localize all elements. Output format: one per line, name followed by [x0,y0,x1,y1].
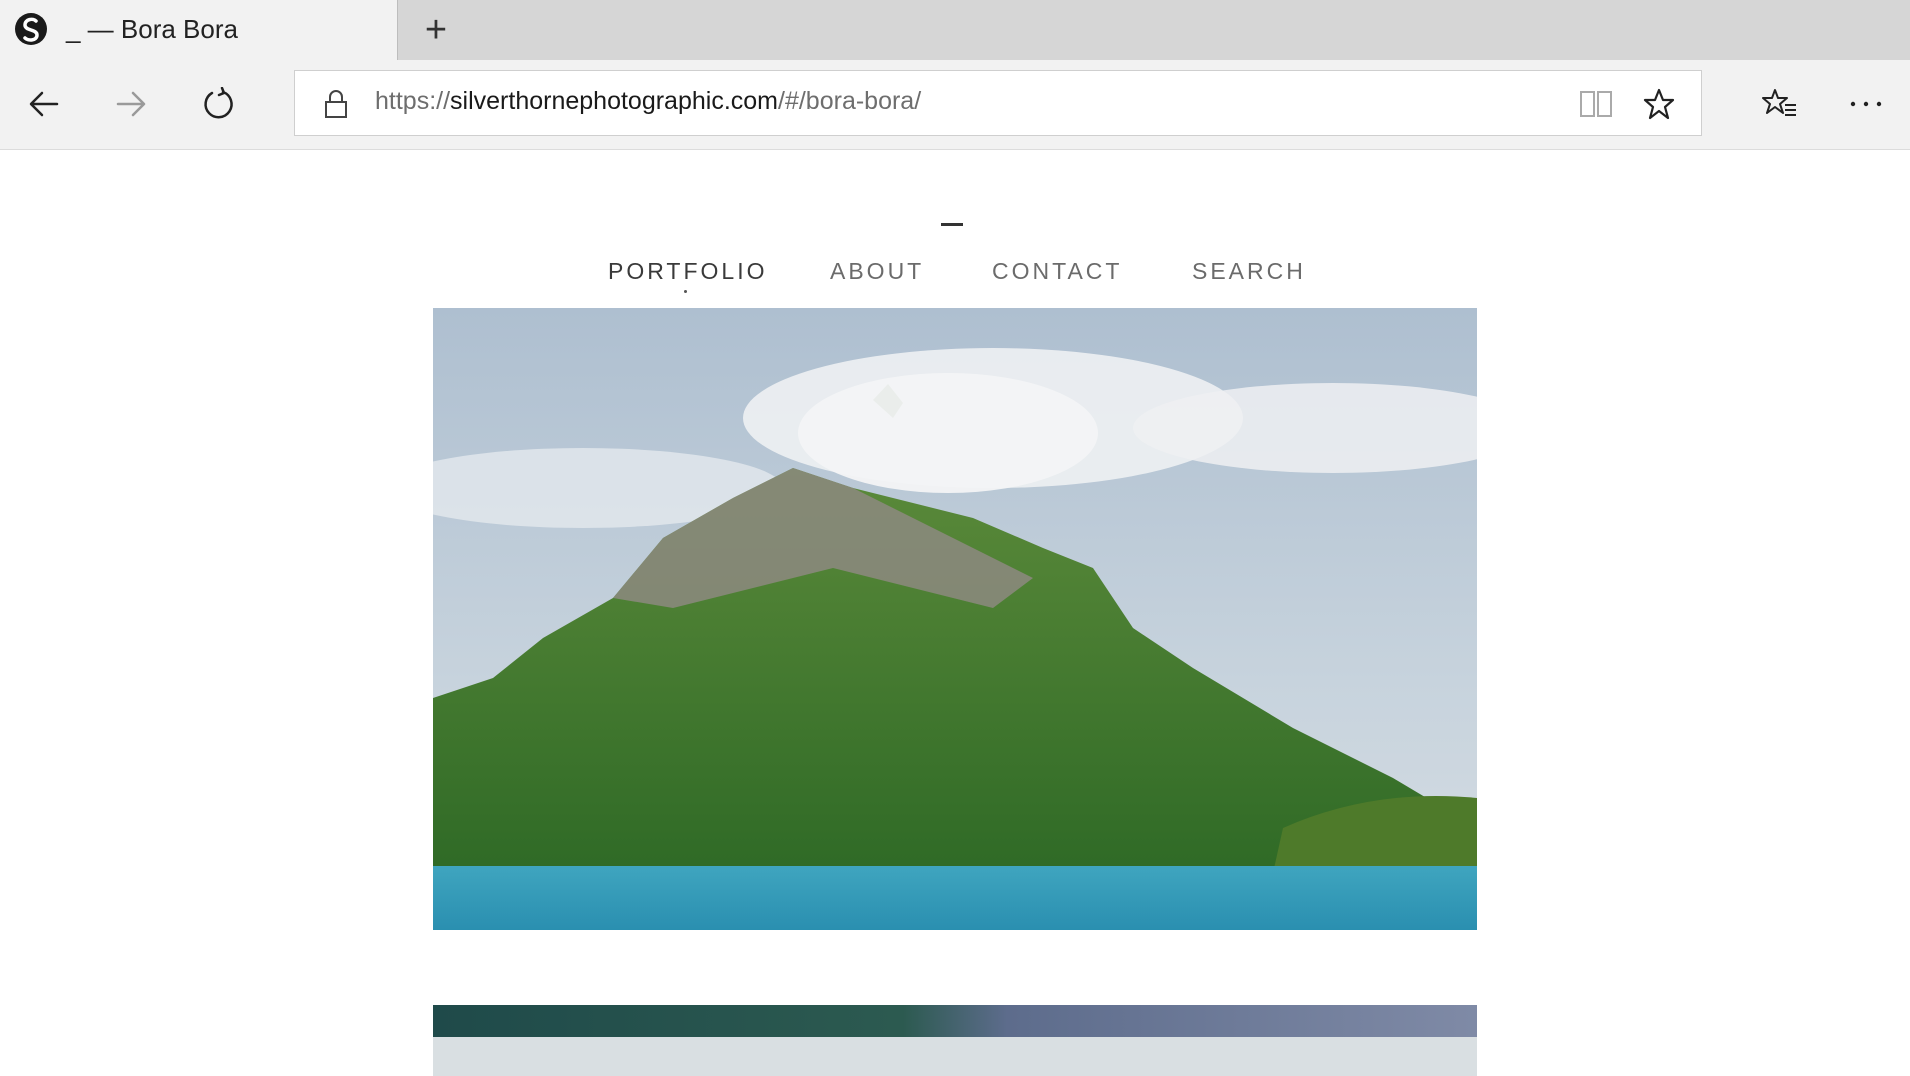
nav-about[interactable]: ABOUT [830,258,924,285]
favorites-list-icon [1762,89,1796,116]
back-button[interactable] [20,80,68,128]
nav-portfolio[interactable]: PORTFOLIO [608,258,768,285]
reading-view-button[interactable] [1577,85,1615,123]
refresh-icon [204,87,233,119]
arrow-left-icon [29,91,59,117]
more-options-button[interactable] [1842,80,1890,128]
site-logo-icon [15,13,47,45]
site-logo-mark[interactable] [941,223,963,226]
active-nav-indicator [684,290,687,293]
refresh-button[interactable] [194,80,242,128]
url-text[interactable]: https://silverthornephotographic.com/#/b… [375,87,921,116]
url-scheme: https:// [375,87,451,115]
tab-strip: _ — Bora Bora + [0,0,1910,60]
partial-next-image [433,1005,1477,1076]
favorite-button[interactable] [1640,85,1678,123]
gallery-photo-mountain[interactable] [433,308,1477,930]
more-icon [1850,101,1882,107]
url-domain: silverthornephotographic.com [450,87,779,115]
arrow-right-icon [116,91,146,117]
nav-contact[interactable]: CONTACT [992,258,1122,285]
lock-icon [325,90,347,118]
gallery-photo-next[interactable] [433,1005,1477,1076]
nav-search[interactable]: SEARCH [1192,258,1306,285]
new-tab-button[interactable]: + [416,10,456,50]
url-path: /#/bora-bora/ [778,87,922,115]
browser-tab-bora-bora[interactable]: _ — Bora Bora [0,0,398,60]
favorites-hub-button[interactable] [1755,80,1803,128]
browser-toolbar: https://silverthornephotographic.com/#/b… [0,60,1910,150]
site-navigation: PORTFOLIO ABOUT CONTACT SEARCH [0,258,1910,298]
star-icon [1643,88,1675,120]
book-icon [1580,91,1612,117]
address-bar[interactable]: https://silverthornephotographic.com/#/b… [294,70,1702,136]
tab-title: _ — Bora Bora [66,14,238,44]
mountain-landscape-image [433,308,1477,930]
forward-button[interactable] [107,80,155,128]
